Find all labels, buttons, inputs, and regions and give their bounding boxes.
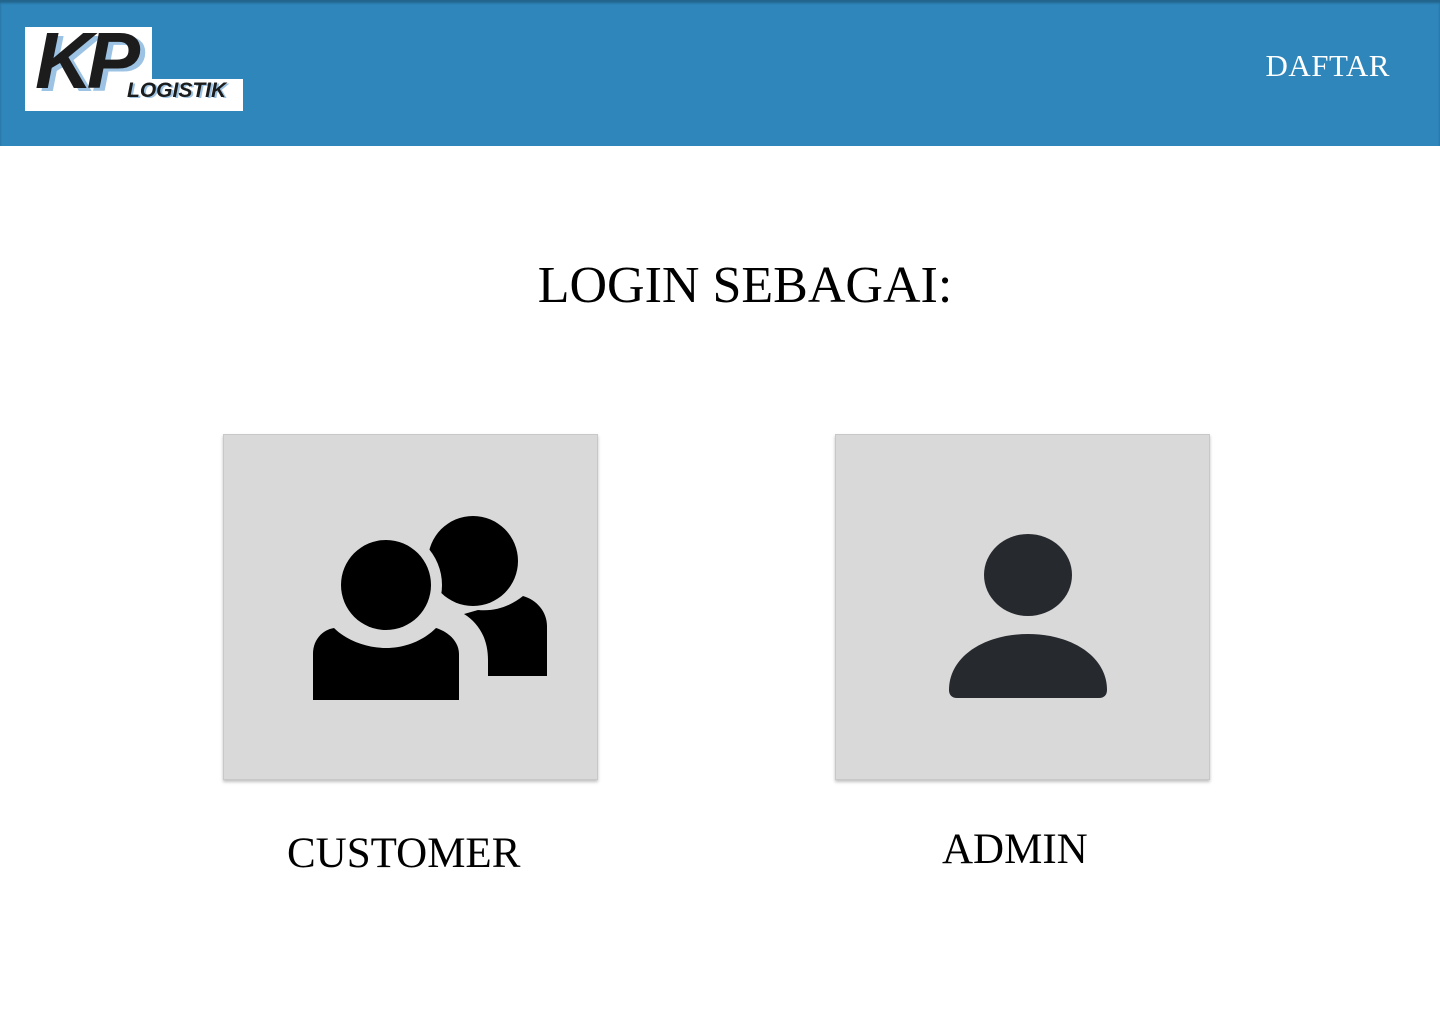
logo-subtitle: LOGISTIK xyxy=(127,79,227,102)
logo-mark: KP xyxy=(35,16,140,105)
user-icon xyxy=(949,534,1107,698)
admin-login-card[interactable] xyxy=(835,434,1210,780)
kp-logistik-logo[interactable]: KP LOGISTIK xyxy=(25,21,243,111)
users-group-icon xyxy=(312,516,547,700)
admin-label[interactable]: ADMIN xyxy=(942,828,1088,871)
page-title: LOGIN SEBAGAI: xyxy=(537,257,953,314)
daftar-link[interactable]: DAFTAR xyxy=(1265,50,1390,81)
customer-label[interactable]: CUSTOMER xyxy=(287,832,520,875)
customer-login-card[interactable] xyxy=(223,434,598,780)
top-navbar: KP LOGISTIK DAFTAR xyxy=(0,0,1440,146)
